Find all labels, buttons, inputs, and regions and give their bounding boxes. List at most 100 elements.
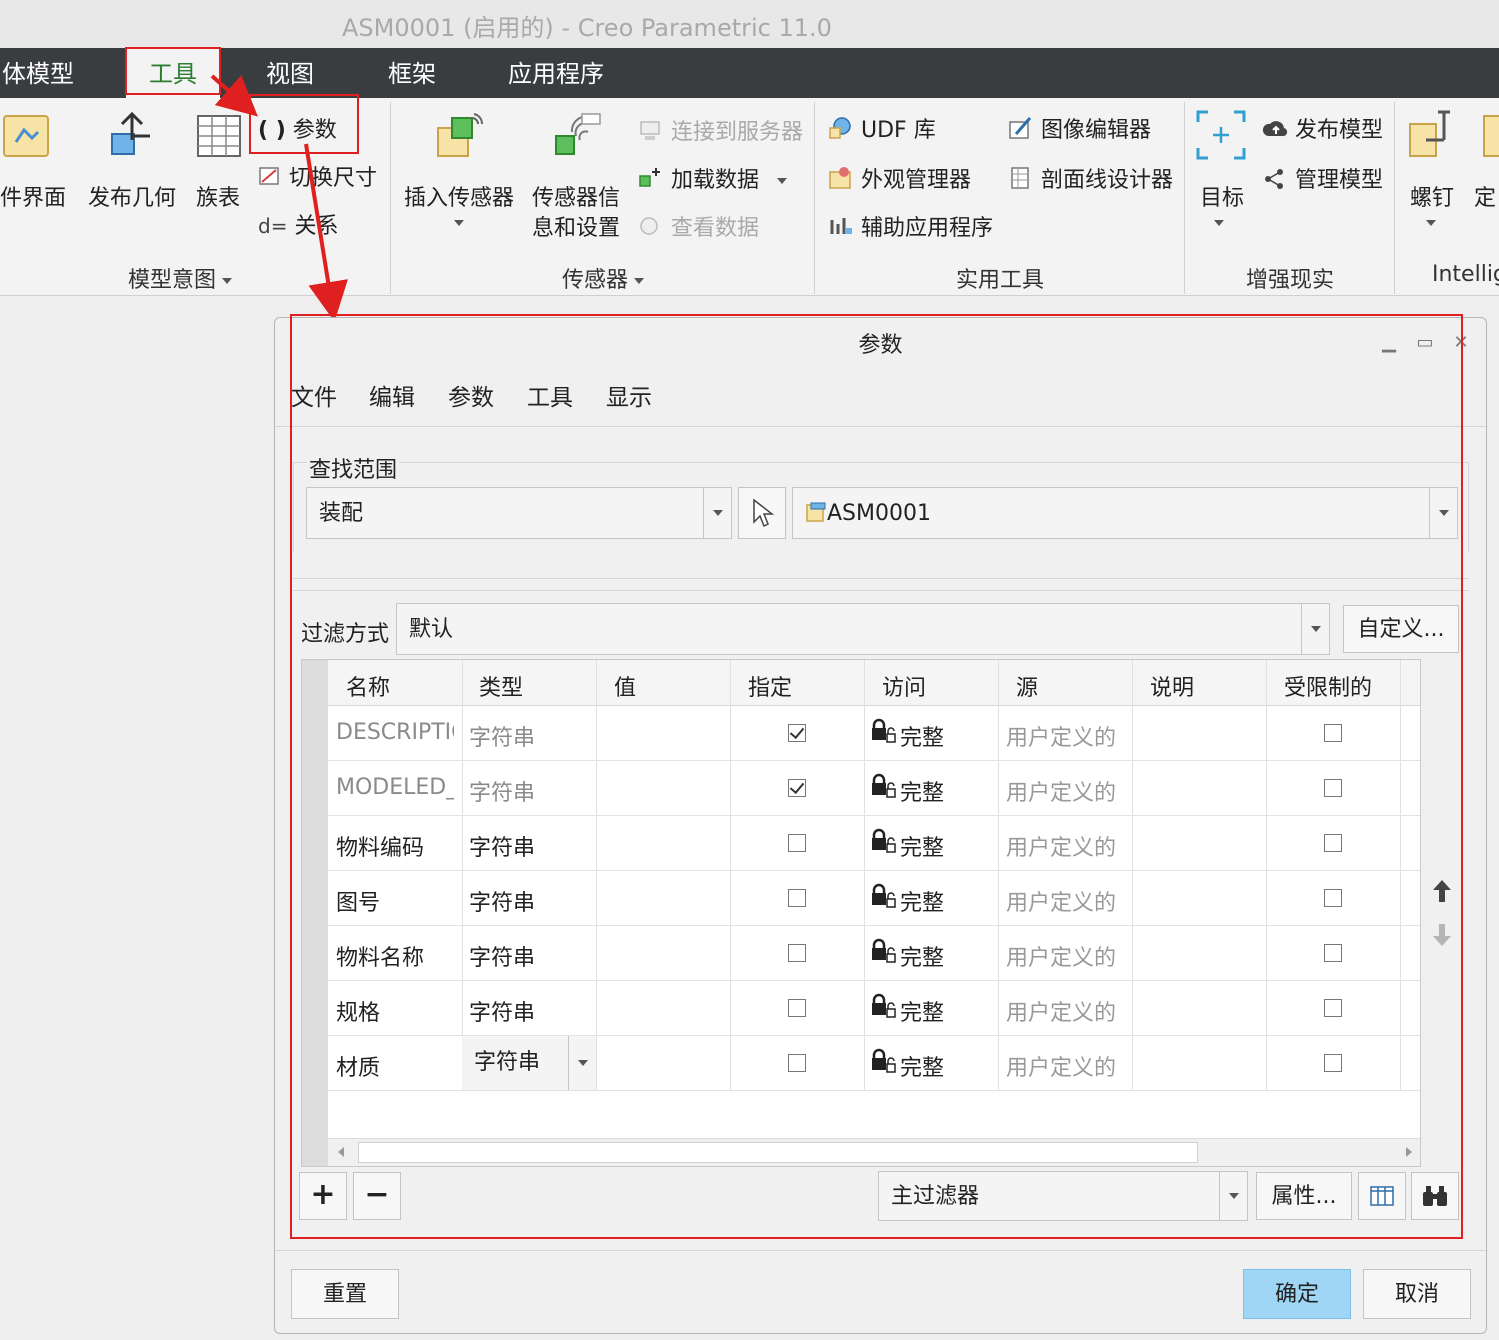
group-label-sensor[interactable]: 传感器 (562, 262, 645, 294)
menu-edit[interactable]: 编辑 (369, 378, 415, 412)
maximize-icon[interactable]: ▭ (1414, 332, 1436, 354)
customize-button[interactable]: 自定义... (1343, 605, 1459, 653)
properties-button[interactable]: 属性... (1256, 1172, 1352, 1220)
table-row[interactable]: 规格 字符串 完整 用户定义的 (328, 981, 1420, 1036)
remove-parameter-button[interactable]: − (353, 1172, 401, 1220)
component-interface-button[interactable]: 件界面 (0, 180, 66, 212)
restricted-checkbox[interactable] (1324, 1054, 1342, 1072)
restricted-checkbox[interactable] (1324, 889, 1342, 907)
designated-checkbox[interactable] (788, 724, 806, 742)
table-row[interactable]: 材质 字符串 完整 用户定义的 (328, 1036, 1420, 1091)
type-cell[interactable]: 字符串 (469, 885, 595, 917)
type-select[interactable]: 字符串 (462, 1036, 596, 1090)
access-cell[interactable]: 完整 (900, 775, 944, 807)
ok-button[interactable]: 确定 (1243, 1269, 1351, 1319)
sensor-info-button-line2[interactable]: 息和设置 (532, 210, 620, 242)
reset-button[interactable]: 重置 (291, 1269, 399, 1319)
restricted-checkbox[interactable] (1324, 944, 1342, 962)
access-cell[interactable]: 完整 (900, 830, 944, 862)
name-cell[interactable]: MODELED_ (336, 775, 454, 800)
udf-library-button[interactable]: UDF 库 (828, 112, 936, 144)
auxiliary-applications-button[interactable]: 辅助应用程序 (828, 210, 993, 242)
move-up-icon[interactable] (1431, 878, 1453, 904)
table-row[interactable]: 图号 字符串 完整 用户定义的 (328, 871, 1420, 926)
scrollbar-thumb[interactable] (358, 1142, 1198, 1163)
columns-button[interactable] (1358, 1172, 1406, 1220)
designated-checkbox[interactable] (788, 1054, 806, 1072)
menu-tools[interactable]: 工具 (527, 378, 573, 412)
column-header-description[interactable]: 说明 (1150, 670, 1194, 702)
filter-select[interactable]: 默认 (396, 603, 1330, 655)
scroll-right-icon[interactable] (1406, 1147, 1412, 1157)
type-cell[interactable]: 字符串 (469, 995, 595, 1027)
publish-geometry-button[interactable]: 发布几何 (88, 180, 176, 212)
add-parameter-button[interactable]: + (299, 1172, 347, 1220)
publish-model-button[interactable]: 发布模型 (1262, 112, 1383, 144)
table-row[interactable]: 物料编码 字符串 完整 用户定义的 (328, 816, 1420, 871)
table-row[interactable]: DESCRIPTIC 字符串 完整 用户定义的 (328, 706, 1420, 761)
column-header-name[interactable]: 名称 (346, 670, 390, 702)
access-cell[interactable]: 完整 (900, 1050, 944, 1082)
find-button[interactable] (1411, 1172, 1459, 1220)
column-header-value[interactable]: 值 (614, 670, 636, 702)
hatch-designer-button[interactable]: 剖面线设计器 (1008, 162, 1173, 194)
horizontal-scrollbar[interactable] (328, 1138, 1420, 1166)
designated-checkbox[interactable] (788, 944, 806, 962)
name-cell[interactable]: 物料名称 (336, 940, 454, 972)
designated-checkbox[interactable] (788, 779, 806, 797)
insert-sensor-button[interactable]: 插入传感器 (404, 180, 514, 212)
name-cell[interactable]: 规格 (336, 995, 454, 1027)
close-icon[interactable]: ✕ (1450, 332, 1472, 354)
designated-checkbox[interactable] (788, 834, 806, 852)
cancel-button[interactable]: 取消 (1363, 1269, 1471, 1319)
appearance-manager-button[interactable]: 外观管理器 (828, 162, 971, 194)
name-cell[interactable]: DESCRIPTIC (336, 720, 454, 745)
minimize-icon[interactable]: ▁ (1378, 332, 1400, 354)
column-header-source[interactable]: 源 (1016, 670, 1038, 702)
bolt-dropdown[interactable] (1426, 210, 1436, 235)
access-cell[interactable]: 完整 (900, 940, 944, 972)
manage-model-button[interactable]: 管理模型 (1262, 162, 1383, 194)
column-header-type[interactable]: 类型 (479, 670, 523, 702)
column-header-restricted[interactable]: 受限制的 (1284, 670, 1372, 702)
name-cell[interactable]: 图号 (336, 885, 454, 917)
type-cell[interactable]: 字符串 (469, 775, 595, 807)
designated-checkbox[interactable] (788, 999, 806, 1017)
define-button[interactable]: 定 (1474, 180, 1496, 212)
access-cell[interactable]: 完整 (900, 885, 944, 917)
designated-checkbox[interactable] (788, 889, 806, 907)
type-cell[interactable]: 字符串 (469, 830, 595, 862)
menu-display[interactable]: 显示 (606, 378, 652, 412)
name-cell[interactable]: 材质 (336, 1050, 454, 1082)
type-cell[interactable]: 字符串 (469, 940, 595, 972)
tab-solid-model[interactable]: 体模型 (2, 48, 74, 98)
scroll-left-icon[interactable] (338, 1147, 344, 1157)
name-cell[interactable]: 物料编码 (336, 830, 454, 862)
table-row[interactable]: MODELED_ 字符串 完整 用户定义的 (328, 761, 1420, 816)
insert-sensor-dropdown[interactable] (454, 210, 464, 235)
bolt-button[interactable]: 螺钉 (1410, 180, 1454, 212)
select-model-button[interactable] (738, 487, 786, 539)
menu-file[interactable]: 文件 (291, 378, 337, 412)
column-header-access[interactable]: 访问 (882, 670, 926, 702)
access-cell[interactable]: 完整 (900, 720, 944, 752)
load-data-button[interactable]: 加载数据 (638, 162, 788, 194)
target-button[interactable]: 目标 (1200, 180, 1244, 212)
restricted-checkbox[interactable] (1324, 999, 1342, 1017)
access-cell[interactable]: 完整 (900, 995, 944, 1027)
sensor-info-button[interactable]: 传感器信 (532, 180, 620, 212)
scope-select[interactable]: 装配 (306, 487, 732, 539)
target-dropdown[interactable] (1214, 210, 1224, 235)
table-row[interactable]: 物料名称 字符串 完整 用户定义的 (328, 926, 1420, 981)
type-cell[interactable]: 字符串 (469, 720, 595, 752)
restricted-checkbox[interactable] (1324, 834, 1342, 852)
tab-applications[interactable]: 应用程序 (508, 48, 604, 98)
tab-frame[interactable]: 框架 (388, 48, 436, 98)
column-header-designated[interactable]: 指定 (748, 670, 792, 702)
main-filter-select[interactable]: 主过滤器 (878, 1171, 1248, 1221)
restricted-checkbox[interactable] (1324, 724, 1342, 742)
menu-parameters[interactable]: 参数 (448, 378, 494, 412)
model-select[interactable]: ASM0001 (792, 487, 1458, 539)
restricted-checkbox[interactable] (1324, 779, 1342, 797)
image-editor-button[interactable]: 图像编辑器 (1008, 112, 1151, 144)
